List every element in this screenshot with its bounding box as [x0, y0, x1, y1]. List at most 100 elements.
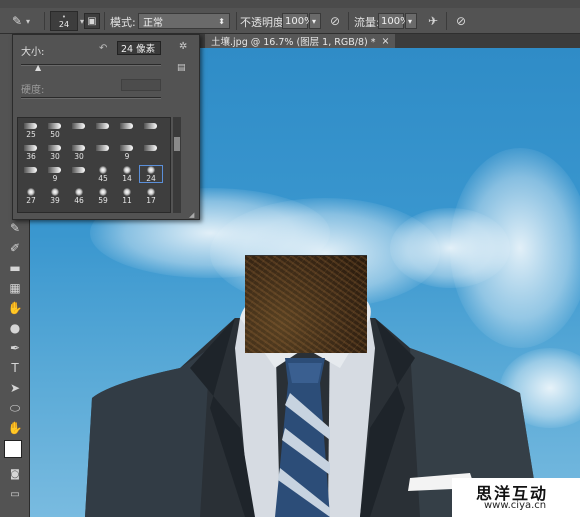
- brush-preset-size: 25: [26, 130, 36, 139]
- hardness-input: [121, 79, 161, 91]
- screen-mode-icon: ▭: [10, 488, 20, 500]
- brush-preset-item[interactable]: [20, 166, 42, 182]
- brush-size-picker[interactable]: • 24 ▾: [50, 11, 84, 31]
- brush-tip-icon: [24, 167, 37, 173]
- brush-preset-item[interactable]: 46: [68, 188, 90, 205]
- brush-preset-size: 45: [98, 174, 108, 183]
- opacity-label: 不透明度:: [240, 16, 288, 29]
- brush-preset-item[interactable]: 59: [92, 188, 114, 205]
- brush-preset-item[interactable]: [92, 144, 114, 160]
- gradient-tool[interactable]: ▦: [6, 280, 24, 296]
- brush-preview: • 24: [50, 11, 78, 31]
- screen-mode-button[interactable]: ▭: [6, 486, 24, 502]
- brush-preset-item[interactable]: [140, 122, 162, 138]
- brush-icon: ✎: [11, 14, 23, 28]
- airbrush-button[interactable]: ✈: [424, 12, 442, 30]
- brush-preset-item[interactable]: [140, 144, 162, 160]
- flow-dropdown[interactable]: ▾: [405, 13, 417, 29]
- brush-preset-picker: 大小: ↶ 24 像素 ✲ ▲ ▤ 硬度: 25 50 36 30 30 9 9 45 14 24…: [12, 34, 200, 220]
- brush-preset-item[interactable]: 14: [116, 166, 138, 183]
- dodge-icon: ●: [9, 321, 21, 335]
- brush-preset-item[interactable]: 9: [116, 144, 138, 161]
- hand-tool[interactable]: ✋: [6, 420, 24, 436]
- brush-preset-item[interactable]: [68, 122, 90, 138]
- size-slider[interactable]: [21, 64, 161, 66]
- separator: [446, 12, 447, 30]
- opacity-dropdown[interactable]: ▾: [309, 13, 321, 29]
- toggle-brush-panel-button[interactable]: ▣: [84, 12, 100, 30]
- chevron-down-icon: ▾: [408, 16, 413, 26]
- brush-preset-item[interactable]: 24: [139, 165, 163, 183]
- brush-preset-size: 59: [98, 196, 108, 205]
- pressure-size-button[interactable]: ⊘: [452, 12, 470, 30]
- brush-preset-item[interactable]: 30: [68, 144, 90, 161]
- brush-preset-size: 30: [50, 152, 60, 161]
- brush-preset-item[interactable]: [68, 166, 90, 182]
- brush-preset-item[interactable]: [92, 122, 114, 138]
- slider-thumb-icon[interactable]: ▲: [35, 63, 41, 72]
- preset-scrollbar[interactable]: [173, 117, 181, 213]
- brush-panel-icon: ▣: [84, 13, 100, 29]
- soil-texture-layer[interactable]: [245, 255, 367, 353]
- close-icon[interactable]: ×: [381, 36, 389, 47]
- brush-preset-size: 36: [26, 152, 36, 161]
- pressure-opacity-button[interactable]: ⊘: [326, 12, 344, 30]
- chevron-down-icon: ▾: [26, 16, 31, 26]
- brush-tip-icon: [99, 188, 107, 196]
- scrollbar-thumb[interactable]: [174, 137, 180, 151]
- top-menu-strip: [0, 0, 580, 8]
- lasso-tool[interactable]: ✎: [6, 220, 24, 236]
- brush-tip-icon: [72, 123, 85, 129]
- quick-mask-button[interactable]: ◙: [6, 466, 24, 482]
- brush-tip-icon: [120, 123, 133, 129]
- dodge-tool[interactable]: ●: [6, 320, 24, 336]
- reset-icon[interactable]: ↶: [99, 43, 107, 54]
- resize-grip-icon[interactable]: ◢: [189, 211, 194, 219]
- brush-tip-icon: [27, 188, 35, 196]
- brush-preset-item[interactable]: 30: [44, 144, 66, 161]
- quick-mask-icon: ◙: [10, 468, 20, 480]
- brush-preset-item[interactable]: 39: [44, 188, 66, 205]
- gear-icon[interactable]: ✲: [179, 41, 187, 52]
- brush-tip-icon: [123, 166, 131, 174]
- brush-tip-icon: [123, 188, 131, 196]
- brush-preset-item[interactable]: 17: [140, 188, 162, 205]
- eraser-tool[interactable]: ▬: [6, 260, 24, 276]
- separator: [236, 12, 237, 30]
- brush-preset-size: 24: [146, 174, 156, 183]
- brush-preset-size: 27: [26, 196, 36, 205]
- brush-preset-item[interactable]: 9: [44, 166, 66, 183]
- brush-tip-icon: [96, 123, 109, 129]
- mode-label: 模式:: [110, 16, 136, 29]
- chevron-down-icon: ▾: [312, 16, 317, 26]
- brush-preset-item[interactable]: [116, 122, 138, 138]
- separator: [348, 12, 349, 30]
- path-select-tool[interactable]: ➤: [6, 380, 24, 396]
- brush-preset-item[interactable]: 25: [20, 122, 42, 139]
- brush-tip-icon: [144, 145, 157, 151]
- pen-tool[interactable]: ✒: [6, 340, 24, 356]
- size-input[interactable]: 24 像素: [117, 41, 161, 55]
- document-tab[interactable]: 土壤.jpg @ 16.7% (图层 1, RGB/8) * ×: [205, 34, 396, 48]
- foreground-color-swatch[interactable]: [4, 440, 22, 458]
- separator: [104, 12, 105, 30]
- gradient-icon: ▦: [9, 281, 21, 295]
- brush-tip-icon: [147, 166, 155, 174]
- type-tool[interactable]: T: [6, 360, 24, 376]
- brush-preset-size: 39: [50, 196, 60, 205]
- brush-tool-preset[interactable]: ✎ ▾: [8, 12, 30, 30]
- brush-preset-item[interactable]: 11: [116, 188, 138, 205]
- flow-input[interactable]: 100% ▾: [378, 12, 417, 30]
- smudge-tool[interactable]: ✋: [6, 300, 24, 316]
- mode-select[interactable]: 正常 ⬍: [138, 12, 230, 30]
- opacity-input[interactable]: 100% ▾: [282, 12, 321, 30]
- document-tab-title: 土壤.jpg @ 16.7% (图层 1, RGB/8) *: [211, 37, 376, 48]
- brush-preset-item[interactable]: 45: [92, 166, 114, 183]
- brush-preset-item[interactable]: 27: [20, 188, 42, 205]
- brush-tool[interactable]: ✐: [6, 240, 24, 256]
- shape-tool[interactable]: ⬭: [6, 400, 24, 416]
- brush-preset-size: 17: [146, 196, 156, 205]
- new-preset-icon[interactable]: ▤: [177, 63, 186, 73]
- brush-preset-item[interactable]: 50: [44, 122, 66, 139]
- brush-preset-item[interactable]: 36: [20, 144, 42, 161]
